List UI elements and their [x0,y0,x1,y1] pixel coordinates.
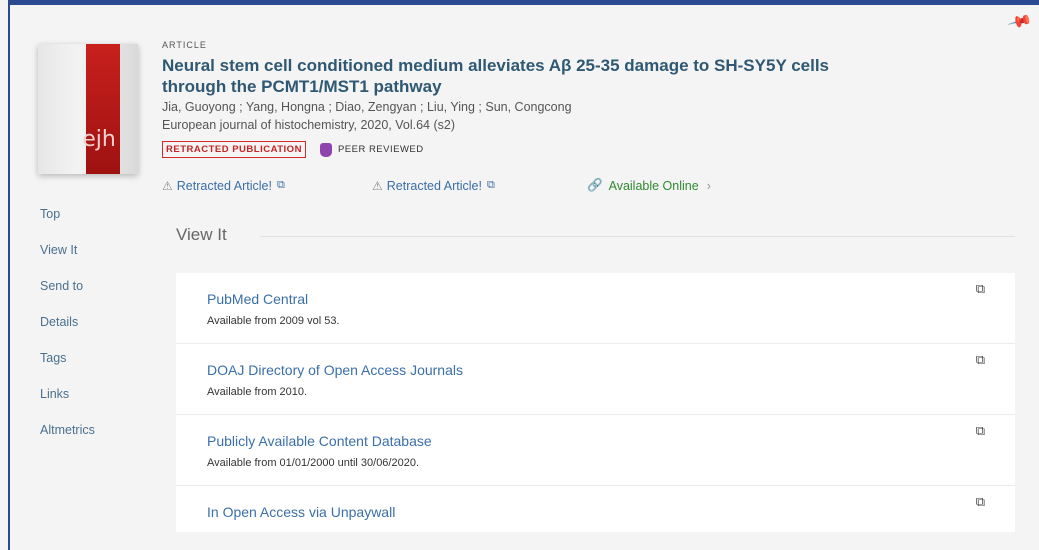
peer-reviewed-label: PEER REVIEWED [337,144,424,155]
chevron-right-icon: › [706,178,711,193]
view-it-heading: View It [176,225,227,244]
link-icon: 🔗 [587,178,603,192]
record-title[interactable]: Neural stem cell conditioned medium alle… [162,55,862,97]
provider-name[interactable]: In Open Access via Unpaywall [207,504,395,520]
external-link-icon[interactable]: ⧉ [976,423,985,439]
provider-name[interactable]: Publicly Available Content Database [207,433,432,449]
external-link-icon: ⧉ [276,179,285,191]
external-link-icon[interactable]: ⧉ [976,281,985,297]
side-navigation: Top View It Send to Details Tags Links A… [40,204,95,456]
nav-item-top[interactable]: Top [40,204,95,240]
list-item[interactable]: DOAJ Directory of Open Access Journals A… [176,344,1015,415]
cover-spine [86,44,120,174]
nav-item-send-to[interactable]: Send to [40,276,95,312]
view-it-list: PubMed Central Available from 2009 vol 5… [176,273,1015,532]
retracted-article-label: Retracted Article! [176,178,272,193]
retracted-badge: RETRACTED PUBLICATION [162,141,306,158]
resource-type: ARTICLE [162,40,207,50]
journal-cover-thumbnail[interactable]: ejh [38,44,138,174]
external-link-icon: ⧉ [486,179,495,191]
available-online-label: Available Online [608,178,699,193]
section-divider [260,236,1015,237]
list-item[interactable]: PubMed Central Available from 2009 vol 5… [176,273,1015,344]
retracted-article-label: Retracted Article! [386,178,482,193]
nav-item-details[interactable]: Details [40,312,95,348]
list-item[interactable]: Publicly Available Content Database Avai… [176,415,1015,486]
peer-reviewed-icon [319,142,332,157]
nav-item-tags[interactable]: Tags [40,348,95,384]
available-online-link[interactable]: 🔗 Available Online › [587,178,711,193]
retracted-article-link-1[interactable]: ⚠ Retracted Article! ⧉ [162,178,372,193]
provider-name[interactable]: DOAJ Directory of Open Access Journals [207,362,463,378]
nav-item-altmetrics[interactable]: Altmetrics [40,420,95,456]
cover-logo: ejh [82,127,116,152]
nav-item-view-it[interactable]: View It [40,240,95,276]
availability-links: ⚠ Retracted Article! ⧉ ⚠ Retracted Artic… [162,178,711,193]
list-item[interactable]: In Open Access via Unpaywall ⧉ [176,486,1015,532]
warning-icon: ⚠ [162,178,173,193]
record-authors[interactable]: Jia, Guoyong ; Yang, Hongna ; Diao, Zeng… [162,100,572,114]
coverage-text: Available from 2010. [207,386,308,398]
nav-item-links[interactable]: Links [40,384,95,420]
retracted-article-link-2[interactable]: ⚠ Retracted Article! ⧉ [372,178,587,193]
record-badges: RETRACTED PUBLICATION PEER REVIEWED [162,141,424,158]
warning-icon: ⚠ [372,178,383,193]
coverage-text: Available from 2009 vol 53. [207,315,340,327]
record-source: European journal of histochemistry, 2020… [162,118,455,132]
coverage-text: Available from 01/01/2000 until 30/06/20… [207,457,420,469]
external-link-icon[interactable]: ⧉ [976,494,985,510]
provider-name[interactable]: PubMed Central [207,291,308,307]
external-link-icon[interactable]: ⧉ [976,352,985,368]
